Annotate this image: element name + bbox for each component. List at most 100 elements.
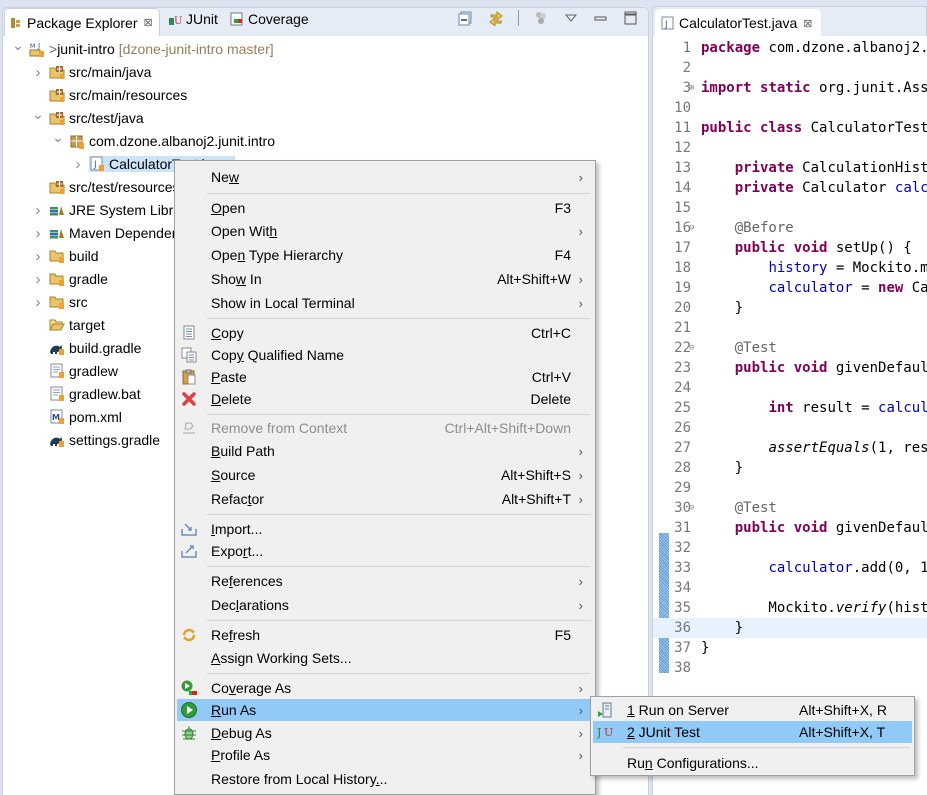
close-tab-icon[interactable]: ⊠ [803, 17, 812, 30]
tree-item[interactable]: ⌄ M J > junit-intro [dzone-junit-intro maste… [11, 37, 274, 60]
submenu-arrow-icon: › [578, 680, 583, 696]
menu-item-new[interactable]: New › [177, 166, 593, 188]
expand-arrow-icon[interactable]: › [31, 248, 45, 265]
menu-item-show-in[interactable]: Show In Alt+Shift+W › [177, 268, 593, 290]
menu-item-show-in-local-terminal[interactable]: Show in Local Terminal › [177, 292, 593, 314]
filter-icon[interactable] [533, 10, 549, 26]
minimize-icon[interactable] [593, 10, 609, 26]
tree-item[interactable]: src/main/resources [31, 84, 187, 106]
menu-item-run-configurations[interactable]: Run Configurations... [593, 752, 912, 774]
expand-arrow-icon[interactable]: › [71, 156, 85, 173]
close-tab-icon[interactable]: ⊠ [144, 16, 153, 29]
submenu-arrow-icon: › [578, 725, 583, 741]
tree-item-label: gradlew.bat [69, 386, 141, 402]
code-line: 22 ⊖ @Test [653, 338, 927, 358]
code-token: result = [793, 400, 879, 416]
package-explorer-icon [9, 16, 23, 30]
tree-item[interactable]: gradlew.bat [31, 383, 141, 405]
menu-item-open-with[interactable]: Open With › [177, 220, 593, 242]
menu-item-debug-as[interactable]: Debug As › [177, 722, 593, 744]
menu-item-export[interactable]: Export... [177, 540, 593, 562]
code-line: 21 [653, 318, 927, 338]
run-icon [181, 702, 197, 718]
tab-junit[interactable]: U JUnit [168, 8, 218, 30]
code-token: Mockito. [701, 600, 836, 616]
code-text: public void givenDefault [701, 358, 927, 378]
tree-item-label: src/test/java [69, 110, 144, 126]
line-number: 13 [674, 160, 691, 176]
code-text: public class CalculatorTest { [701, 118, 927, 138]
line-number: 20 [674, 300, 691, 316]
menu-item-restore-from-local-history[interactable]: Restore from Local History... [177, 768, 593, 790]
link-with-editor-icon[interactable] [488, 10, 504, 26]
menu-separator [207, 673, 591, 674]
menu-item-run-as[interactable]: Run As › [177, 699, 593, 721]
tree-item[interactable]: › JRE System Library [31, 199, 193, 221]
tree-item[interactable]: › src/main/java [31, 61, 152, 83]
tree-item[interactable]: › gradle [31, 268, 108, 290]
menu-item-assign-working-sets[interactable]: Assign Working Sets... [177, 647, 593, 669]
collapse-fold-icon[interactable]: ⊖ [689, 218, 694, 238]
tree-item[interactable]: settings.gradle [31, 429, 160, 451]
menu-item-import[interactable]: Import... [177, 518, 593, 540]
expand-arrow-icon[interactable]: › [31, 64, 45, 81]
tree-item[interactable]: ⌄ src/test/java [31, 106, 144, 129]
tree-item[interactable]: › build [31, 245, 99, 267]
collapse-fold-icon[interactable]: ⊖ [689, 498, 694, 518]
menu-item-refactor[interactable]: Refactor Alt+Shift+T › [177, 488, 593, 510]
expand-arrow-icon[interactable]: › [31, 225, 45, 242]
editor-tab-calculatortest[interactable]: J CalculatorTest.java ⊠ [655, 9, 821, 37]
menu-item-build-path[interactable]: Build Path › [177, 440, 593, 462]
maximize-icon[interactable] [623, 10, 639, 26]
menu-item-open-type-hierarchy[interactable]: Open Type Hierarchy F4 [177, 244, 593, 266]
code-line: 23 public void givenDefault [653, 358, 927, 378]
tree-item[interactable]: › src [31, 291, 88, 313]
menu-item-references[interactable]: References › [177, 570, 593, 592]
menu-item-paste[interactable]: Paste Ctrl+V [177, 366, 593, 388]
menu-item-refresh[interactable]: Refresh F5 [177, 624, 593, 646]
menu-item-remove-from-context[interactable]: Remove from Context Ctrl+Alt+Shift+Down [177, 417, 593, 439]
code-token: org.junit.Assert.*; [819, 80, 927, 96]
collapse-all-icon[interactable] [458, 10, 474, 26]
tree-item[interactable]: gradlew [31, 360, 118, 382]
menu-item-delete[interactable]: Delete Delete [177, 388, 593, 410]
expand-arrow-icon[interactable]: › [31, 202, 45, 219]
menu-item-source[interactable]: Source Alt+Shift+S › [177, 464, 593, 486]
code-line: 35 Mockito.verify(history); [653, 598, 927, 618]
collapse-arrow-icon[interactable]: ⌄ [31, 106, 45, 123]
code-editor[interactable]: 1 package com.dzone.albanoj2.junit.intro;… [652, 36, 927, 795]
tree-item[interactable]: src/test/resources [31, 176, 179, 198]
tree-item[interactable]: Mpom.xml [31, 406, 122, 428]
collapse-fold-icon[interactable]: ⊖ [689, 338, 694, 358]
menu-item-label: Copy [211, 325, 244, 341]
expand-fold-icon[interactable]: ⊕ [689, 78, 694, 98]
expand-arrow-icon[interactable]: › [31, 271, 45, 288]
menu-item-coverage-as[interactable]: Coverage As › [177, 677, 593, 699]
tree-item[interactable]: ⌄ com.dzone.albanoj2.junit.intro [51, 129, 275, 152]
menu-item-profile-as[interactable]: Profile As › [177, 744, 593, 766]
menu-item-shortcut: Ctrl+Alt+Shift+Down [444, 420, 571, 436]
menu-item-open[interactable]: Open F3 [177, 197, 593, 219]
line-number: 27 [674, 440, 691, 456]
tab-package-explorer[interactable]: Package Explorer ⊠ [4, 8, 160, 36]
code-text: int result = calculator [701, 398, 927, 418]
submenu-arrow-icon: › [578, 597, 583, 613]
tree-item[interactable]: target [31, 314, 105, 336]
menu-item-1-run-on-server[interactable]: 1 Run on Server Alt+Shift+X, R [593, 699, 912, 721]
collapse-arrow-icon[interactable]: ⌄ [51, 129, 65, 146]
collapse-arrow-icon[interactable]: ⌄ [11, 37, 25, 54]
menu-item-declarations[interactable]: Declarations › [177, 594, 593, 616]
tree-item[interactable]: build.gradle [31, 337, 141, 359]
expand-arrow-icon[interactable]: › [31, 294, 45, 311]
menu-item-copy[interactable]: Copy Ctrl+C [177, 322, 593, 344]
view-menu-icon[interactable] [563, 10, 579, 26]
menu-item-copy-qualified-name[interactable]: Copy Qualified Name [177, 344, 593, 366]
menu-item-2-junit-test[interactable]: JU 2 JUnit Test Alt+Shift+X, T [593, 721, 912, 743]
tab-coverage[interactable]: Coverage [230, 8, 309, 30]
